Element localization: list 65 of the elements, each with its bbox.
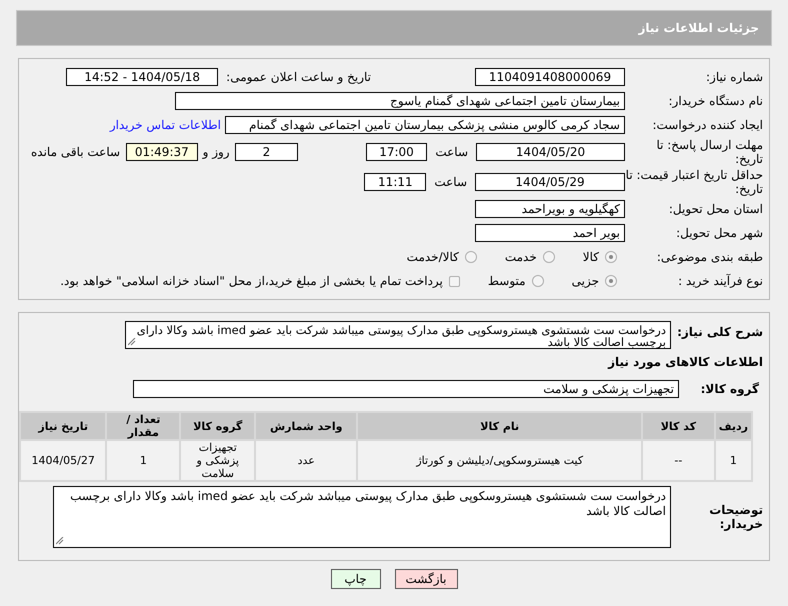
field-label: نوع فرآیند خرید : [677, 274, 763, 288]
table-cell: عدد [256, 441, 356, 480]
field-label: طبقه بندی موضوعی: [656, 250, 763, 264]
field-label: ساعت [434, 175, 467, 189]
buyer-contact-link[interactable]: اطلاعات تماس خریدار [110, 118, 221, 132]
field-label: تاریخ و ساعت اعلان عمومی: [226, 70, 371, 84]
deadline-time-field: 17:00 [366, 143, 428, 161]
column-header: تاریخ نیاز [21, 413, 106, 439]
buyer-notes-box[interactable]: درخواست ست شستشوی هیستروسکوپی طبق مدارک پیوستی میباشد شرکت باید عضو imed باشد وکالا دارای برچسب اصالت کالا باشد [53, 486, 671, 548]
print-button[interactable]: چاپ [330, 569, 380, 589]
column-header: واحد شمارش [256, 413, 356, 439]
field-label: گروه کالا: [700, 382, 759, 396]
table-cell: تجهیزات پزشکی و سلامت [181, 441, 254, 480]
table-cell: 1404/05/27 [21, 441, 106, 480]
field-label: ساعت باقی مانده [31, 145, 120, 159]
option-label: کالا [582, 250, 599, 264]
remaining-time-field: 01:49:37 [126, 143, 198, 161]
radio-button[interactable] [605, 251, 617, 263]
field-label: شرح کلی نیاز: [676, 325, 763, 339]
field-label: نام دستگاه خریدار: [668, 94, 763, 108]
buyer-org-field: بیمارستان تامین اجتماعی شهدای گمنام یاسوج [175, 92, 625, 110]
section-title: اطلاعات کالاهای مورد نیاز [606, 355, 763, 369]
option-label: کالا/خدمت [406, 250, 459, 264]
deadline-date-field: 1404/05/20 [476, 143, 625, 161]
description-box[interactable]: درخواست ست شستشوی هیستروسکوپی طبق مدارک پیوستی میباشد شرکت باید عضو imed باشد وکالا دارای برچسب اصالت کالا باشد [125, 321, 671, 349]
requester-field: سجاد کرمی کالوس منشی پزشکی بیمارستان تامین اجتماعی شهدای گمنام [225, 116, 625, 134]
radio-button[interactable] [542, 251, 555, 263]
resize-grip-icon[interactable] [56, 537, 64, 545]
field-label: مهلت ارسال پاسخ: تا تاریخ: [655, 138, 763, 166]
field-label: استان محل تحویل: [668, 202, 763, 216]
column-header: کد کالا [643, 413, 714, 439]
field-label: روز و [202, 145, 230, 159]
table-cell: 1 [107, 441, 180, 480]
days-field: 2 [234, 143, 298, 161]
city-field: بویر احمد [475, 224, 625, 242]
field-label: حداقل تاریخ اعتبار قیمت: تا تاریخ: [625, 168, 763, 196]
table-cell: -- [643, 441, 714, 480]
need-number-field: 1104091408000069 [475, 68, 625, 86]
column-header: تعداد / مقدار [107, 413, 180, 439]
validity-date-field: 1404/05/29 [475, 173, 625, 191]
table-cell: 1 [716, 441, 751, 480]
province-field: کهگیلویه و بویراحمد [475, 200, 625, 218]
back-button[interactable]: بازگشت [394, 569, 458, 589]
field-label: ساعت [435, 145, 468, 159]
validity-time-field: 11:11 [364, 173, 426, 191]
option-label: خدمت [504, 250, 537, 264]
announce-date-field: 1404/05/18 - 14:52 [66, 68, 218, 86]
column-header: گروه کالا [181, 413, 254, 439]
field-label: توضیحات خریدار: [708, 503, 763, 531]
radio-button[interactable] [605, 275, 617, 287]
checkbox[interactable] [448, 276, 460, 286]
radio-button[interactable] [464, 251, 477, 263]
table-cell: کیت هیستروسکوپی/دیلیشن و کورتاژ [358, 441, 642, 480]
column-header: نام کالا [358, 413, 642, 439]
resize-grip-icon[interactable] [128, 338, 136, 346]
option-label: جزیی [572, 274, 599, 288]
radio-button[interactable] [532, 275, 544, 287]
field-label: ایجاد کننده درخواست: [651, 118, 763, 132]
field-label: شهر محل تحویل: [675, 226, 763, 240]
page-header: جزئیات اطلاعات نیاز [16, 10, 772, 46]
column-header: ردیف [716, 413, 751, 439]
goods-group-field: تجهیزات پزشکی و سلامت [133, 380, 679, 398]
option-label: متوسط [488, 274, 526, 288]
payment-note: پرداخت تمام یا بخشی از مبلغ خرید،از محل "اسناد خزانه اسلامی" خواهد بود. [60, 274, 443, 288]
field-label: شماره نیاز: [705, 70, 763, 84]
